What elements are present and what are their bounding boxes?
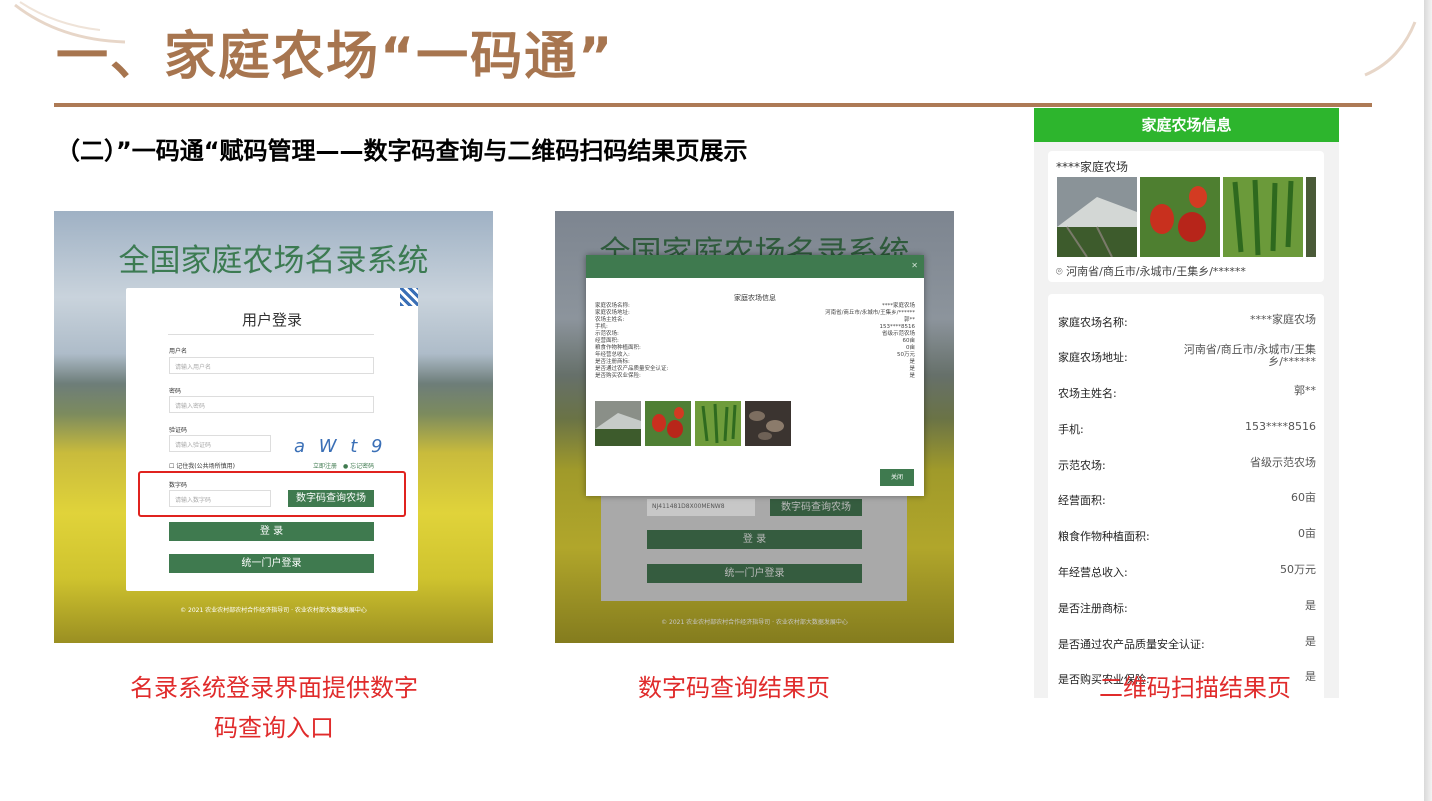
mushroom-photo: [745, 401, 791, 446]
login-page-screenshot: 全国家庭农场名录系统 用户登录 用户名 请输入用户名 密码 请输入密码 验证码 …: [54, 211, 493, 643]
modal-row: 年经营总收入: 50万元: [595, 352, 915, 358]
password-label: 密码: [169, 388, 182, 395]
farm-name: ****家庭农场: [1056, 160, 1129, 174]
slide-edge: [1424, 0, 1432, 801]
greenhouse-photo: [595, 401, 641, 446]
modal-row: 是否通过农产品质量安全认证: 是: [595, 366, 915, 372]
qr-switch-icon[interactable]: [400, 288, 418, 306]
title-rule: [54, 103, 1372, 107]
username-label: 用户名: [169, 348, 188, 355]
code-input-dimmed[interactable]: NJ411481D8X00MENW8: [647, 499, 755, 516]
login-button[interactable]: 登 录: [169, 522, 374, 541]
slide-subtitle: （二）”一码通“赋码管理——数字码查询与二维码扫码结果页展示: [56, 137, 748, 165]
farm-detail-card: 家庭农场名称: ****家庭农场 家庭农场地址: 河南省/商丘市/永城市/王集乡/*…: [1048, 294, 1324, 698]
caption-login: 名录系统登录界面提供数字 码查询入口: [94, 668, 454, 748]
slide: 一、家庭农场“一码通” （二）”一码通“赋码管理——数字码查询与二维码扫码结果页…: [0, 0, 1432, 801]
modal-row: 是否购买农业保险: 是: [595, 373, 915, 379]
pepper-photo: [645, 401, 691, 446]
login-card-title: 用户登录: [241, 311, 302, 329]
remember-label: 记住我(公共场所慎用): [176, 463, 235, 470]
captcha-input[interactable]: 请输入验证码: [169, 435, 271, 452]
register-link[interactable]: 立即注册: [313, 461, 337, 470]
caption-query: 数字码查询结果页: [638, 674, 830, 702]
caption-scan: 二维码扫描结果页: [1099, 674, 1291, 702]
caption-login-line1: 名录系统登录界面提供数字: [130, 674, 418, 702]
divider: [168, 334, 374, 335]
green-chili-photo: [1223, 177, 1303, 257]
system-title: 全国家庭农场名录系统: [118, 243, 429, 279]
caption-login-line2: 码查询入口: [214, 714, 334, 742]
mushroom-photo-partial: [1306, 177, 1316, 257]
slide-title: 一、家庭农场“一码通”: [56, 27, 615, 87]
address-text: 河南省/商丘市/永城市/王集乡/******: [1066, 265, 1246, 278]
captcha-label: 验证码: [169, 427, 188, 434]
farm-info-modal: ✕ 家庭农场信息 家庭农场名称: ****家庭农场 家庭农场地址: 河南省/商丘市/…: [586, 255, 924, 496]
modal-row: 家庭农场地址: 河南省/商丘市/永城市/王集乡/******: [595, 310, 915, 316]
modal-title: 家庭农场信息: [734, 294, 776, 302]
remember-checkbox[interactable]: ☐ 记住我(公共场所慎用): [169, 461, 235, 470]
code-query-button-dimmed[interactable]: 数字码查询农场: [770, 499, 862, 516]
farm-summary-card: ****家庭农场 ⌾ 河南省/商丘市/永城市/王集乡/******: [1048, 151, 1324, 282]
login-button-dimmed[interactable]: 登 录: [647, 530, 862, 549]
modal-row: 是否注册商标: 是: [595, 359, 915, 365]
green-chili-photo: [695, 401, 741, 446]
close-button[interactable]: 关闭: [880, 469, 914, 486]
location-icon: ⌾: [1056, 265, 1063, 278]
address-line: ⌾ 河南省/商丘市/永城市/王集乡/******: [1056, 263, 1246, 279]
pepper-photo: [1140, 177, 1220, 257]
scan-page-header: 家庭农场信息: [1034, 108, 1339, 142]
portal-login-button[interactable]: 统一门户登录: [169, 554, 374, 573]
forgot-password-link[interactable]: ● 忘记密码: [343, 461, 374, 470]
query-result-screenshot: 全国家庭农场名录系统 NJ411481D8X00MENW8 数字码查询农场 登 …: [555, 211, 954, 643]
portal-login-button-dimmed[interactable]: 统一门户登录: [647, 564, 862, 583]
scan-result-screenshot: 家庭农场信息 ****家庭农场 ⌾ 河南省/商丘市/永城市/王集乡/******…: [1034, 108, 1339, 698]
modal-row: 经营面积: 60亩: [595, 338, 915, 344]
highlight-box: [138, 471, 406, 517]
modal-row: 示范农场: 省级示范农场: [595, 331, 915, 337]
modal-row: 粮食作物种植面积: 0亩: [595, 345, 915, 351]
feather-decoration-right: [1364, 21, 1417, 77]
greenhouse-photo: [1057, 177, 1137, 257]
username-input[interactable]: 请输入用户名: [169, 357, 374, 374]
captcha-image[interactable]: a W t 9: [294, 436, 387, 457]
modal-header: ✕: [586, 255, 924, 278]
forgot-password-label: 忘记密码: [350, 463, 375, 470]
close-icon[interactable]: ✕: [911, 261, 918, 270]
modal-row: 家庭农场名称: ****家庭农场: [595, 303, 915, 309]
login-footer: © 2021 农业农村部农村合作经济指导司 · 农业农村部大数据发展中心: [180, 607, 367, 614]
modal-row: 农场主姓名: 郭**: [595, 317, 915, 323]
login-card: 用户登录 用户名 请输入用户名 密码 请输入密码 验证码 请输入验证码 a W …: [126, 288, 418, 591]
modal-row: 手机: 153****8516: [595, 324, 915, 330]
password-input[interactable]: 请输入密码: [169, 396, 374, 413]
footer-dimmed: © 2021 农业农村部农村合作经济指导司 · 农业农村部大数据发展中心: [661, 619, 848, 626]
